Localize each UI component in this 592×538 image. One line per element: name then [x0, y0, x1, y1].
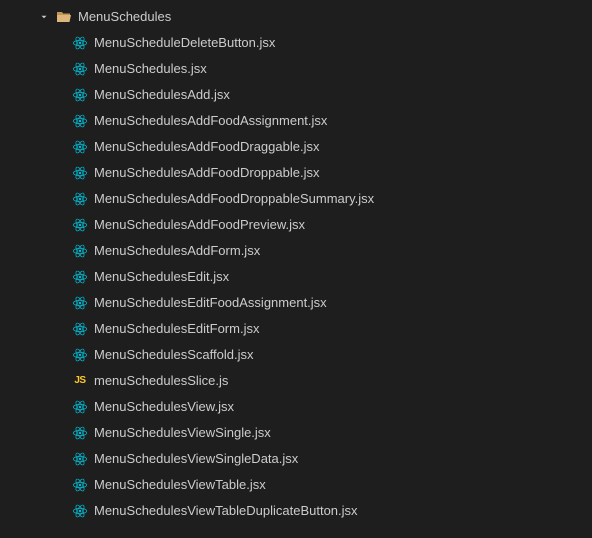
- file-row[interactable]: MenuSchedulesAddFoodDraggable.jsx: [0, 134, 592, 160]
- file-label: MenuSchedulesAdd.jsx: [94, 82, 230, 108]
- react-icon: [72, 347, 88, 363]
- file-label: MenuSchedulesAddFoodDraggable.jsx: [94, 134, 319, 160]
- file-label: MenuSchedulesViewTable.jsx: [94, 472, 266, 498]
- react-icon: [72, 503, 88, 519]
- react-icon: [72, 113, 88, 129]
- file-label: MenuSchedulesViewSingleData.jsx: [94, 446, 298, 472]
- file-label: MenuSchedulesAddFoodAssignment.jsx: [94, 108, 327, 134]
- file-label: MenuSchedulesAddFoodPreview.jsx: [94, 212, 305, 238]
- react-icon: [72, 451, 88, 467]
- file-row[interactable]: MenuSchedulesViewTableDuplicateButton.js…: [0, 498, 592, 524]
- file-label: MenuSchedulesView.jsx: [94, 394, 234, 420]
- react-icon: [72, 477, 88, 493]
- file-row[interactable]: MenuSchedulesEditFoodAssignment.jsx: [0, 290, 592, 316]
- file-row[interactable]: MenuSchedulesAddFoodPreview.jsx: [0, 212, 592, 238]
- file-label: MenuSchedulesViewSingle.jsx: [94, 420, 271, 446]
- file-row[interactable]: MenuSchedulesEditForm.jsx: [0, 316, 592, 342]
- file-label: MenuSchedulesAddFoodDroppableSummary.jsx: [94, 186, 374, 212]
- file-row[interactable]: MenuSchedulesScaffold.jsx: [0, 342, 592, 368]
- react-icon: [72, 295, 88, 311]
- file-row[interactable]: MenuSchedulesViewSingle.jsx: [0, 420, 592, 446]
- file-row[interactable]: MenuSchedules.jsx: [0, 56, 592, 82]
- folder-row-menuschedules[interactable]: MenuSchedules: [0, 4, 592, 30]
- file-row[interactable]: MenuSchedulesViewTable.jsx: [0, 472, 592, 498]
- file-row[interactable]: MenuSchedulesViewSingleData.jsx: [0, 446, 592, 472]
- react-icon: [72, 191, 88, 207]
- js-icon: JS: [72, 373, 88, 389]
- file-row[interactable]: MenuSchedulesEdit.jsx: [0, 264, 592, 290]
- file-label: MenuSchedules.jsx: [94, 56, 207, 82]
- file-row[interactable]: MenuSchedulesAddForm.jsx: [0, 238, 592, 264]
- react-icon: [72, 399, 88, 415]
- file-row[interactable]: MenuScheduleDeleteButton.jsx: [0, 30, 592, 56]
- react-icon: [72, 243, 88, 259]
- react-icon: [72, 139, 88, 155]
- file-label: MenuSchedulesEdit.jsx: [94, 264, 229, 290]
- folder-open-icon: [56, 9, 72, 25]
- react-icon: [72, 165, 88, 181]
- file-label: MenuScheduleDeleteButton.jsx: [94, 30, 275, 56]
- file-row[interactable]: MenuSchedulesAdd.jsx: [0, 82, 592, 108]
- react-icon: [72, 87, 88, 103]
- file-label: MenuSchedulesAddFoodDroppable.jsx: [94, 160, 319, 186]
- chevron-down-icon: [38, 11, 50, 23]
- file-label: MenuSchedulesEditForm.jsx: [94, 316, 259, 342]
- react-icon: [72, 425, 88, 441]
- file-label: MenuSchedulesAddForm.jsx: [94, 238, 260, 264]
- react-icon: [72, 35, 88, 51]
- folder-label: MenuSchedules: [78, 4, 171, 30]
- file-label: MenuSchedulesEditFoodAssignment.jsx: [94, 290, 327, 316]
- file-row[interactable]: MenuSchedulesAddFoodDroppableSummary.jsx: [0, 186, 592, 212]
- file-label: MenuSchedulesScaffold.jsx: [94, 342, 253, 368]
- react-icon: [72, 61, 88, 77]
- react-icon: [72, 217, 88, 233]
- file-row[interactable]: JS menuSchedulesSlice.js: [0, 368, 592, 394]
- file-label: MenuSchedulesViewTableDuplicateButton.js…: [94, 498, 358, 524]
- react-icon: [72, 321, 88, 337]
- react-icon: [72, 269, 88, 285]
- file-row[interactable]: MenuSchedulesAddFoodAssignment.jsx: [0, 108, 592, 134]
- file-label: menuSchedulesSlice.js: [94, 368, 228, 394]
- file-row[interactable]: MenuSchedulesAddFoodDroppable.jsx: [0, 160, 592, 186]
- file-row[interactable]: MenuSchedulesView.jsx: [0, 394, 592, 420]
- file-explorer-tree: MenuSchedules MenuScheduleDeleteButton.j…: [0, 0, 592, 524]
